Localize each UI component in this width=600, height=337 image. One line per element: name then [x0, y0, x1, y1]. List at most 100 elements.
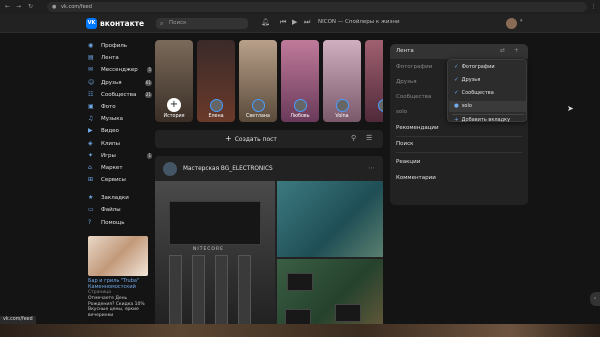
divider	[396, 136, 522, 137]
divider	[396, 152, 522, 153]
status-bar-url: vk.com/feed	[0, 316, 36, 324]
groups-icon: ☷	[88, 90, 94, 98]
sidebar-item[interactable]: ? Помощь	[88, 217, 152, 229]
story-card[interactable]: Елена	[197, 40, 235, 122]
profile-avatar[interactable]	[506, 18, 517, 29]
add-tab-button[interactable]: + Добавить вкладку	[454, 117, 510, 123]
sidebar-item-label: Помощь	[101, 219, 125, 226]
sidebar-item[interactable]: ★ Закладки	[88, 192, 152, 204]
user-icon: ◉	[88, 42, 94, 49]
story-card[interactable]: Volna	[323, 40, 361, 122]
panel-item-friends[interactable]: Друзья	[396, 79, 417, 85]
dropdown-item-label: Сообщества	[461, 90, 494, 96]
dropdown-item-groups[interactable]: ✓ Сообщества	[454, 90, 494, 96]
sidebar-item[interactable]: ▶ Видео	[88, 125, 152, 137]
forward-icon[interactable]: →	[15, 3, 22, 10]
feed-icon: ▤	[88, 54, 94, 62]
player-track-title[interactable]: NICON — Спойлеры к жизни	[318, 19, 400, 25]
back-icon[interactable]: ←	[4, 3, 11, 10]
create-post-bar: + Создать пост ⚲ ☰	[155, 130, 383, 148]
story-create[interactable]: + История	[155, 40, 193, 122]
games-icon: ✦	[88, 151, 94, 159]
post-author-avatar[interactable]	[163, 162, 177, 176]
floating-side-button[interactable]: ‹	[590, 292, 600, 306]
play-icon[interactable]: ▶	[292, 18, 297, 26]
sidebar-item[interactable]: ◉ Профиль	[88, 40, 152, 52]
add-icon[interactable]: +	[514, 47, 519, 54]
create-post-label: Создать пост	[234, 136, 277, 143]
stories-row: + История Елена Светлана Любовь Volna	[155, 40, 383, 122]
story-avatar	[336, 99, 349, 112]
previous-track-icon[interactable]: ⏮	[280, 18, 286, 27]
promo-image[interactable]	[88, 236, 148, 276]
story-card[interactable]	[365, 40, 383, 122]
charger-brand: NITECORE	[193, 247, 224, 252]
plus-icon: +	[454, 117, 459, 123]
dropdown-item-friends[interactable]: ✓ Друзья	[454, 77, 480, 83]
chip	[335, 304, 361, 322]
sidebar-item[interactable]: ⌂ Маркет	[88, 162, 152, 174]
sidebar-item[interactable]: ◈ Клипы	[88, 138, 152, 150]
vk-app: VK вконтакте ⌕ Поиск 🔔︎ ⏮ ▶ ⏭ NICON — Сп…	[0, 14, 600, 337]
sidebar-item[interactable]: ☷ Сообщества 21	[88, 89, 152, 101]
mouse-cursor-icon: ➤	[567, 104, 574, 113]
bookmark-icon: ★	[88, 194, 94, 202]
sidebar-item[interactable]: ☺ Друзья 61	[88, 77, 152, 89]
circle-icon: ●	[454, 103, 459, 109]
settings-sliders-icon[interactable]: ☰	[366, 134, 372, 142]
search-input[interactable]: ⌕ Поиск	[156, 18, 248, 29]
address-text: vk.com/feed	[61, 4, 92, 10]
clip-icon[interactable]: ⚲	[351, 134, 356, 142]
sidebar-item[interactable]: ▣ Фото	[88, 101, 152, 113]
create-post-button[interactable]: + Создать пост	[225, 134, 277, 143]
next-track-icon[interactable]: ⏭	[304, 18, 310, 27]
sidebar-item-label: Фото	[101, 103, 116, 110]
panel-item-search[interactable]: Поиск	[396, 141, 413, 147]
sidebar-item[interactable]: ▤ Лента	[88, 52, 152, 64]
promo-title[interactable]: Бар и гриль "Truba" Каменномостский	[88, 278, 150, 290]
sidebar-item-label: Сообщества	[101, 91, 137, 98]
vk-logo-text: вконтакте	[100, 19, 145, 28]
panel-item-reactions[interactable]: Реакции	[396, 159, 420, 165]
check-icon: ✓	[454, 90, 459, 96]
promo-block[interactable]: Бар и гриль "Truba" Каменномостский Стра…	[88, 236, 150, 318]
panel-item-photos[interactable]: Фотографии	[396, 64, 432, 70]
sidebar-item[interactable]: ✦ Игры 1	[88, 150, 152, 162]
notifications-bell-icon[interactable]: 🔔︎	[261, 18, 270, 26]
post-photo-board[interactable]	[277, 181, 383, 257]
video-icon: ▶	[88, 127, 93, 135]
sidebar-item-label: Игры	[101, 152, 116, 159]
post-photo-charger[interactable]: NITECORE	[155, 181, 275, 337]
dropdown-item-label: Фотографии	[461, 64, 495, 70]
more-icon[interactable]: ⋯	[368, 164, 375, 172]
panel-item-recommendations[interactable]: Рекомендации	[396, 125, 439, 131]
chevron-down-icon[interactable]: ▾	[520, 18, 523, 24]
story-name: История	[163, 114, 185, 119]
dropdown-item-solo[interactable]: ● solo	[454, 103, 472, 109]
sidebar-item-label: Файлы	[101, 207, 121, 214]
story-card[interactable]: Светлана	[239, 40, 277, 122]
reload-icon[interactable]: ↻	[27, 3, 34, 10]
feed-post: Мастерская BG_ELECTRONICS ⋯ NITECORE	[155, 156, 383, 337]
search-icon: ⌕	[160, 20, 164, 27]
sidebar-item[interactable]: ♫ Музыка	[88, 113, 152, 125]
sidebar-item[interactable]: ⊞ Сервисы	[88, 174, 152, 186]
filter-icon[interactable]: ⇄	[500, 47, 505, 54]
sidebar-item-label: Сервисы	[101, 177, 126, 184]
panel-item-groups[interactable]: Сообщества	[396, 94, 431, 100]
post-author-name[interactable]: Мастерская BG_ELECTRONICS	[183, 166, 273, 172]
story-card[interactable]: Любовь	[281, 40, 319, 122]
help-icon: ?	[88, 218, 92, 226]
dropdown-item-photos[interactable]: ✓ Фотографии	[454, 64, 495, 70]
dropdown-item-label: Друзья	[461, 77, 481, 83]
sidebar-item[interactable]: ▭ Файлы	[88, 204, 152, 216]
address-bar[interactable]: ● vk.com/feed	[47, 2, 587, 12]
panel-item-comments[interactable]: Комментарии	[396, 175, 436, 181]
count-badge: 1	[147, 152, 152, 159]
vk-logo[interactable]: VK вконтакте	[86, 18, 144, 29]
panel-item-solo[interactable]: solo	[396, 109, 407, 115]
story-avatar	[378, 99, 383, 112]
menu-icon[interactable]: ⋮	[590, 3, 597, 10]
sidebar-item[interactable]: ✉ Мессенджер 5	[88, 64, 152, 76]
story-name: Любовь	[290, 114, 310, 119]
